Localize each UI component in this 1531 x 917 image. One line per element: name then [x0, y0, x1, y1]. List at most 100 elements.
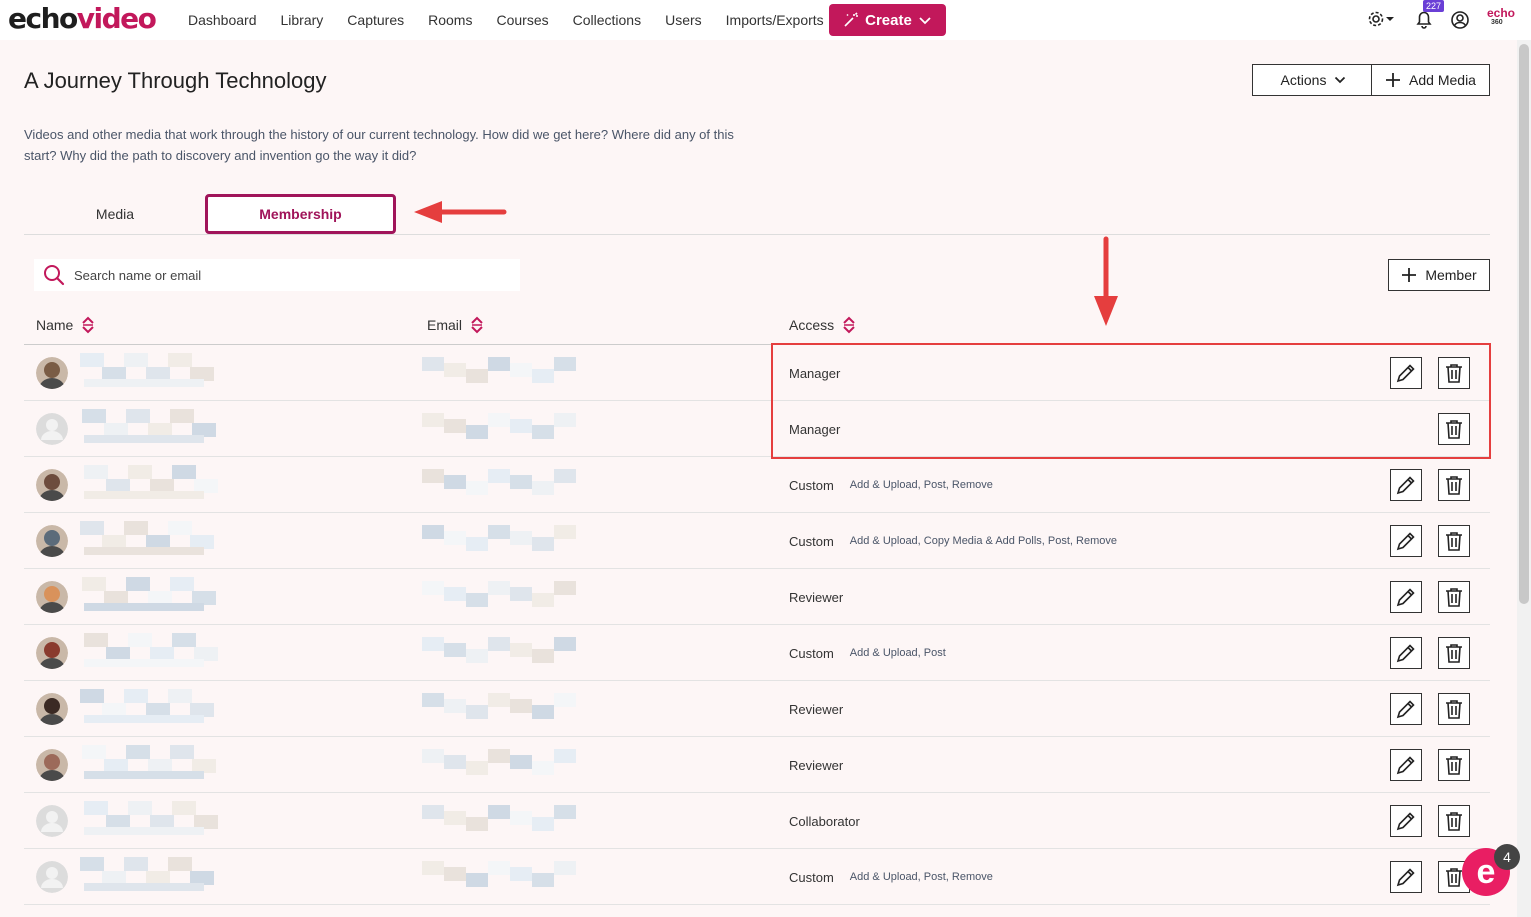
redacted-email-block: [532, 481, 554, 495]
echo360-brand-logo[interactable]: echo 360: [1487, 7, 1515, 28]
redacted-email-block: [488, 805, 510, 819]
pencil-icon: [1396, 476, 1415, 495]
redacted-email-block: [466, 593, 488, 607]
edit-member-button[interactable]: [1390, 805, 1422, 837]
nav-courses[interactable]: Courses: [484, 12, 560, 28]
access-cell: Custom Add & Upload, Post, Remove: [789, 457, 993, 513]
delete-member-button[interactable]: [1438, 805, 1470, 837]
redacted-name-block: [168, 857, 192, 871]
collection-description: Videos and other media that work through…: [24, 127, 734, 163]
edit-member-button[interactable]: [1390, 693, 1422, 725]
redacted-name-block: [84, 827, 204, 835]
access-permissions: Add & Upload, Copy Media & Add Polls, Po…: [849, 535, 1117, 547]
nav-rooms[interactable]: Rooms: [416, 12, 484, 28]
column-header-name[interactable]: Name: [36, 315, 95, 335]
redacted-email-block: [554, 357, 576, 371]
table-row: Custom Add & Upload, Post: [24, 625, 1490, 681]
edit-member-button[interactable]: [1390, 861, 1422, 893]
redacted-name-block: [124, 353, 148, 367]
tab-membership[interactable]: Membership: [205, 194, 396, 234]
access-cell: Custom Add & Upload, Post, Remove: [789, 849, 993, 905]
chevron-down-icon: [1335, 76, 1346, 84]
delete-member-button[interactable]: [1438, 637, 1470, 669]
tab-media[interactable]: Media: [24, 196, 206, 232]
access-permissions: Add & Upload, Post: [849, 647, 946, 659]
redacted-email-block: [554, 805, 576, 819]
redacted-name-block: [126, 745, 150, 759]
redacted-name-block: [126, 409, 150, 423]
main-nav: Dashboard Library Captures Rooms Courses…: [176, 0, 836, 40]
redacted-name-block: [172, 465, 196, 479]
delete-member-button[interactable]: [1438, 525, 1470, 557]
sort-icon: [471, 316, 483, 334]
gear-icon[interactable]: [1367, 8, 1397, 30]
access-level: Reviewer: [789, 757, 844, 773]
member-search: [34, 259, 520, 291]
redacted-email-block: [444, 587, 466, 601]
add-media-button[interactable]: Add Media: [1371, 64, 1490, 96]
redacted-email-block: [554, 637, 576, 651]
column-header-access[interactable]: Access: [789, 315, 856, 335]
delete-member-button[interactable]: [1438, 581, 1470, 613]
plus-icon: [1386, 73, 1401, 87]
actions-dropdown-button[interactable]: Actions: [1252, 64, 1375, 96]
access-cell: Reviewer: [789, 569, 843, 625]
sort-icon: [843, 316, 855, 334]
nav-captures[interactable]: Captures: [335, 12, 416, 28]
redacted-email-block: [554, 525, 576, 539]
redacted-name-block: [82, 409, 106, 423]
nav-library[interactable]: Library: [269, 12, 336, 28]
access-level: Custom: [789, 645, 834, 661]
table-row: Reviewer: [24, 681, 1490, 737]
annotation-highlight-box: [771, 343, 1491, 459]
edit-member-button[interactable]: [1390, 469, 1422, 501]
edit-member-button[interactable]: [1390, 525, 1422, 557]
nav-collections[interactable]: Collections: [561, 12, 653, 28]
create-label: Create: [865, 11, 912, 29]
user-account-icon[interactable]: [1450, 10, 1470, 30]
redacted-email-block: [466, 481, 488, 495]
annotation-arrow-left: [414, 201, 507, 223]
bell-icon[interactable]: [1415, 9, 1433, 29]
search-input[interactable]: [74, 267, 494, 283]
redacted-email-block: [554, 469, 576, 483]
echovideo-logo[interactable]: echovideo: [8, 2, 157, 35]
redacted-name-block: [84, 633, 108, 647]
trash-icon: [1446, 532, 1462, 551]
delete-member-button[interactable]: [1438, 469, 1470, 501]
column-header-email[interactable]: Email: [427, 315, 484, 335]
scrollbar-thumb[interactable]: [1519, 44, 1529, 604]
access-level: Custom: [789, 477, 834, 493]
edit-member-button[interactable]: [1390, 581, 1422, 613]
sort-icon: [82, 316, 95, 334]
trash-icon: [1446, 588, 1462, 607]
redacted-email-block: [444, 475, 466, 489]
add-media-label: Add Media: [1409, 72, 1476, 88]
redacted-name-block: [124, 857, 148, 871]
redacted-name-block: [124, 689, 148, 703]
redacted-name-block: [80, 689, 104, 703]
avatar: [36, 581, 68, 613]
trash-icon: [1446, 644, 1462, 663]
add-member-button[interactable]: Member: [1388, 259, 1490, 291]
edit-member-button[interactable]: [1390, 637, 1422, 669]
redacted-email-block: [466, 873, 488, 887]
nav-dashboard[interactable]: Dashboard: [176, 12, 269, 28]
nav-users[interactable]: Users: [653, 12, 714, 28]
redacted-name-block: [84, 883, 204, 891]
pencil-icon: [1396, 868, 1415, 887]
redacted-email-block: [488, 469, 510, 483]
redacted-email-block: [488, 749, 510, 763]
magic-wand-icon: [844, 12, 859, 27]
redacted-name-block: [84, 659, 204, 667]
delete-member-button[interactable]: [1438, 693, 1470, 725]
delete-member-button[interactable]: [1438, 749, 1470, 781]
create-button[interactable]: Create: [829, 4, 946, 36]
redacted-email-block: [466, 817, 488, 831]
redacted-email-block: [554, 749, 576, 763]
edit-member-button[interactable]: [1390, 749, 1422, 781]
access-level: Custom: [789, 869, 834, 885]
pencil-icon: [1396, 532, 1415, 551]
redacted-email-block: [532, 817, 554, 831]
nav-imports-exports[interactable]: Imports/Exports: [714, 12, 836, 28]
